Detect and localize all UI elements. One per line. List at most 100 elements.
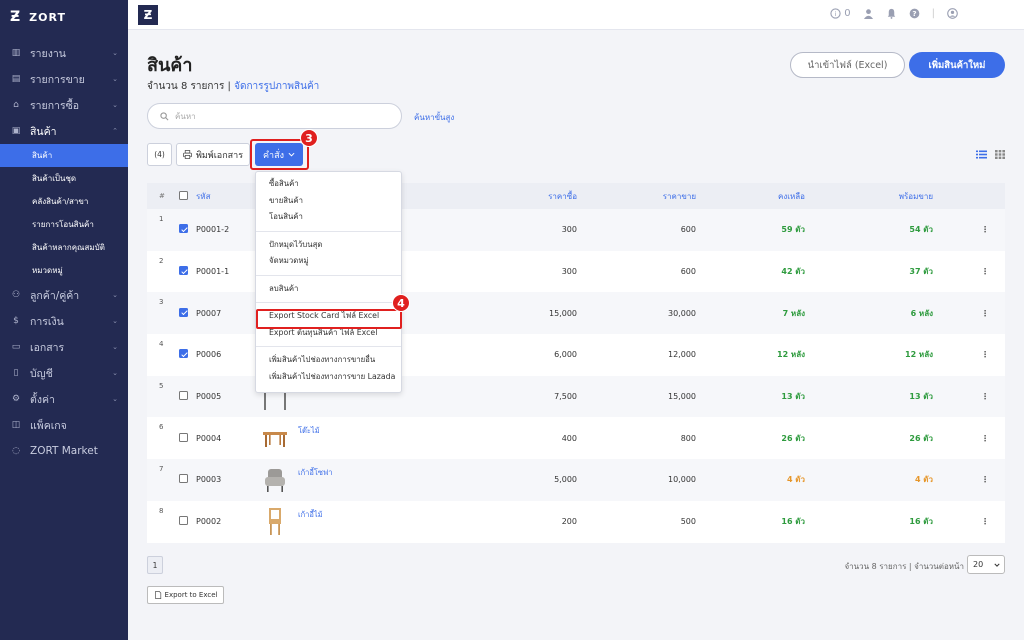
sidebar-item-6[interactable]: ▭ เอกสาร ⌄ — [0, 334, 128, 360]
svg-text:?: ? — [912, 9, 916, 18]
gear-icon: ⚙ — [11, 394, 21, 404]
help-icon[interactable]: ? — [909, 8, 920, 19]
menu-item-group3-0[interactable]: ลบสินค้า — [256, 281, 401, 298]
chart-icon: ▥ — [11, 48, 21, 58]
row-remaining: 4 ตัว — [786, 475, 805, 485]
per-page-select[interactable]: 20 — [967, 555, 1005, 574]
header-sell-price[interactable]: ราคาขาย — [663, 190, 696, 203]
app-logo[interactable]: Ƶ ZORT — [0, 0, 128, 34]
sidebar-subitem-4[interactable]: สินค้าหลากคุณสมบัติ — [0, 236, 128, 259]
credit-counter[interactable]: i 0 — [830, 8, 851, 19]
sidebar-subitem-5[interactable]: หมวดหมู่ — [0, 259, 128, 282]
sidebar-item-7[interactable]: ▯ บัญชี ⌄ — [0, 360, 128, 386]
sidebar-subitem-0[interactable]: สินค้า — [0, 144, 128, 167]
row-buy-price: 300 — [561, 225, 577, 235]
sidebar-item-3[interactable]: ▣ สินค้า ⌃ — [0, 118, 128, 144]
row-checkbox[interactable] — [179, 266, 188, 277]
sidebar-item-8[interactable]: ⚙ ตั้งค่า ⌄ — [0, 386, 128, 412]
row-more-icon[interactable]: ⋮ — [981, 475, 989, 484]
row-more-icon[interactable]: ⋮ — [981, 225, 989, 234]
row-more-icon[interactable]: ⋮ — [981, 517, 989, 526]
table-row[interactable]: 8 P0002 เก้าอี้ไม้ 200 500 16 ตัว 16 ตัว ⋮ — [147, 501, 1005, 543]
row-ready: 26 ตัว — [909, 433, 933, 443]
import-excel-button[interactable]: นำเข้าไฟล์ (Excel) — [790, 52, 905, 78]
sidebar-item-0[interactable]: ▥ รายงาน ⌄ — [0, 40, 128, 66]
sidebar-subitem-1[interactable]: สินค้าเป็นชุด — [0, 167, 128, 190]
row-checkbox[interactable] — [179, 391, 188, 402]
row-more-icon[interactable]: ⋮ — [981, 392, 989, 401]
menu-item-group5-1[interactable]: เพิ่มสินค้าไปช่องทางการขาย Lazada — [256, 369, 401, 386]
menu-item-group1-2[interactable]: โอนสินค้า — [256, 209, 401, 226]
menu-item-group1-0[interactable]: ซื้อสินค้า — [256, 176, 401, 193]
row-buy-price: 15,000 — [549, 308, 577, 318]
money-icon: $ — [13, 316, 19, 326]
row-ready: 16 ตัว — [909, 517, 933, 527]
row-checkbox[interactable] — [179, 307, 188, 319]
product-name-link[interactable]: เก้าอี้ไม้ — [298, 509, 323, 521]
coin-icon: i — [830, 8, 841, 19]
document-icon: ▭ — [11, 342, 21, 352]
grid-view-icon[interactable] — [995, 150, 1005, 159]
row-index: 8 — [159, 506, 164, 515]
row-ready: 13 ตัว — [909, 392, 933, 402]
row-more-icon[interactable]: ⋮ — [981, 309, 989, 318]
table-row[interactable]: 7 P0003 เก้าอี้โซฟา 5,000 10,000 4 ตัว 4 ตัว ⋮ — [147, 459, 1005, 501]
row-sku: P0001-1 — [196, 267, 230, 277]
add-product-button[interactable]: เพิ่มสินค้าใหม่ — [909, 52, 1005, 78]
menu-item-group2-0[interactable]: ปักหมุดไว้บนสุด — [256, 237, 401, 254]
row-sell-price: 500 — [680, 517, 696, 527]
row-checkbox[interactable] — [179, 516, 188, 527]
advanced-search-link[interactable]: ค้นหาขั้นสูง — [414, 111, 454, 124]
print-documents-button[interactable]: พิมพ์เอกสาร — [176, 143, 250, 166]
export-to-excel-button[interactable]: Export to Excel — [147, 586, 224, 604]
row-more-icon[interactable]: ⋮ — [981, 267, 989, 276]
file-icon — [154, 591, 161, 599]
row-checkbox[interactable] — [179, 432, 188, 444]
bell-icon[interactable] — [886, 8, 897, 19]
main-content: สินค้า จำนวน 8 รายการ | จัดการรูปภาพสินค… — [128, 30, 1024, 640]
sidebar-item-1[interactable]: ▤ รายการขาย ⌄ — [0, 66, 128, 92]
sidebar-item-5[interactable]: $ การเงิน ⌄ — [0, 308, 128, 334]
row-more-icon[interactable]: ⋮ — [981, 350, 989, 359]
user-icon[interactable] — [863, 8, 874, 19]
page-1-button[interactable]: 1 — [147, 556, 163, 574]
header-sku[interactable]: รหัส — [196, 190, 210, 203]
account-icon[interactable] — [947, 8, 958, 19]
select-all-checkbox[interactable] — [179, 190, 188, 202]
sidebar-item-9[interactable]: ◫ แพ็คเกจ — [0, 412, 128, 438]
product-thumbnail[interactable] — [260, 507, 290, 537]
row-buy-price: 200 — [561, 517, 577, 527]
product-name-link[interactable]: โต๊ะไม้ — [298, 425, 320, 437]
separator: | — [224, 81, 235, 92]
menu-divider — [256, 230, 401, 232]
pagination-info: จำนวน 8 รายการ | จำนวนต่อหน้า — [844, 562, 964, 571]
sidebar-item-10[interactable]: ◌ ZORT Market — [0, 438, 128, 464]
row-more-icon[interactable]: ⋮ — [981, 434, 989, 443]
menu-item-group1-1[interactable]: ขายสินค้า — [256, 193, 401, 210]
topbar-logo[interactable]: Ƶ — [138, 5, 158, 25]
box-icon: ▣ — [11, 126, 21, 136]
product-thumbnail[interactable] — [260, 423, 290, 453]
sidebar-subitem-2[interactable]: คลังสินค้า/สาขา — [0, 190, 128, 213]
sidebar-item-4[interactable]: ⚇ ลูกค้า/คู่ค้า ⌄ — [0, 282, 128, 308]
sidebar-item-2[interactable]: ⌂ รายการซื้อ ⌄ — [0, 92, 128, 118]
row-checkbox[interactable] — [179, 474, 188, 485]
header-buy-price[interactable]: ราคาซื้อ — [548, 190, 577, 203]
product-thumbnail[interactable] — [260, 465, 290, 495]
manage-images-link[interactable]: จัดการรูปภาพสินค้า — [234, 81, 319, 92]
header-ready[interactable]: พร้อมขาย — [899, 190, 933, 203]
menu-item-group5-0[interactable]: เพิ่มสินค้าไปช่องทางการขายอื่น — [256, 352, 401, 369]
row-checkbox[interactable] — [179, 349, 188, 360]
table-row[interactable]: 6 P0004 โต๊ะไม้ 400 800 26 ตัว 26 ตัว ⋮ — [147, 417, 1005, 459]
header-remaining[interactable]: คงเหลือ — [778, 190, 805, 203]
list-view-icon[interactable] — [976, 150, 987, 159]
print-label: พิมพ์เอกสาร — [195, 150, 244, 161]
row-remaining: 12 หลัง — [777, 350, 805, 360]
row-checkbox[interactable] — [179, 224, 188, 235]
menu-item-group2-1[interactable]: จัดหมวดหมู่ — [256, 253, 401, 270]
search-input[interactable]: ค้นหา — [147, 103, 402, 129]
app-name: ZORT — [29, 10, 66, 24]
sidebar-item-label: รายการขาย — [30, 73, 85, 86]
product-name-link[interactable]: เก้าอี้โซฟา — [298, 467, 332, 479]
sidebar-subitem-3[interactable]: รายการโอนสินค้า — [0, 213, 128, 236]
